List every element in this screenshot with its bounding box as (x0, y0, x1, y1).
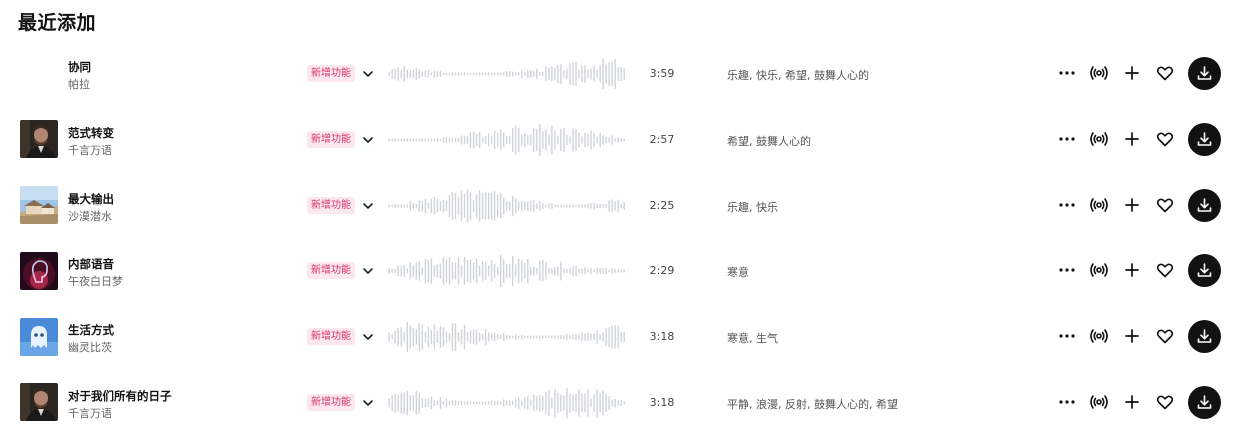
download-button[interactable] (1188, 57, 1221, 90)
track-artist[interactable]: 千言万语 (68, 405, 112, 421)
waveform[interactable] (388, 385, 626, 421)
chevron-down-icon[interactable] (360, 198, 376, 214)
track-duration: 3:18 (649, 330, 675, 344)
track-title[interactable]: 协同 (68, 59, 91, 75)
more-horizontal-icon[interactable] (1056, 259, 1078, 281)
heart-icon[interactable] (1154, 391, 1176, 413)
chevron-down-icon[interactable] (360, 132, 376, 148)
plus-icon[interactable] (1121, 259, 1143, 281)
download-button[interactable] (1188, 254, 1221, 288)
new-feature-badge: 新增功能 (307, 196, 355, 214)
download-button[interactable] (1188, 122, 1221, 156)
download-button[interactable] (1188, 385, 1221, 419)
download-button[interactable] (1188, 320, 1221, 354)
album-cover[interactable] (20, 120, 58, 159)
chevron-down-icon[interactable] (360, 395, 376, 411)
track-row[interactable]: 内部语音 午夜白日梦 新增功能 2:29 寒意 (0, 238, 1242, 304)
track-title[interactable]: 对于我们所有的日子 (68, 388, 172, 404)
radio-broadcast-icon[interactable] (1088, 259, 1110, 281)
new-feature-badge: 新增功能 (307, 328, 355, 346)
plus-icon[interactable] (1121, 325, 1143, 347)
chevron-down-icon[interactable] (360, 263, 376, 279)
waveform[interactable] (388, 188, 626, 224)
more-horizontal-icon[interactable] (1056, 62, 1078, 84)
radio-broadcast-icon[interactable] (1088, 62, 1110, 84)
download-button[interactable] (1188, 188, 1221, 222)
track-duration: 3:18 (649, 395, 675, 409)
heart-icon[interactable] (1154, 259, 1176, 281)
album-cover[interactable] (20, 186, 58, 225)
radio-broadcast-icon[interactable] (1088, 325, 1110, 347)
track-tags: 平静, 浪漫, 反射, 鼓舞人心的, 希望 (727, 397, 898, 411)
new-feature-badge: 新增功能 (307, 65, 355, 82)
track-artist[interactable]: 帕拉 (68, 76, 90, 92)
album-cover[interactable] (20, 251, 58, 290)
track-tags: 乐趣, 快乐, 希望, 鼓舞人心的 (727, 69, 869, 82)
heart-icon[interactable] (1154, 62, 1176, 84)
track-row[interactable]: 最大输出 沙漠潜水 新增功能 2:25 乐趣, 快乐 (0, 173, 1242, 239)
waveform[interactable] (388, 319, 626, 355)
plus-icon[interactable] (1121, 194, 1143, 216)
more-horizontal-icon[interactable] (1056, 194, 1078, 216)
track-title[interactable]: 范式转变 (68, 125, 114, 141)
track-row[interactable]: 对于我们所有的日子 千言万语 新增功能 3:18 平静, 浪漫, 反射, 鼓舞人心的, … (0, 370, 1242, 436)
track-tags: 乐趣, 快乐 (727, 200, 778, 214)
section-title: 最近添加 (18, 12, 97, 34)
plus-icon[interactable] (1121, 391, 1143, 413)
waveform[interactable] (388, 253, 626, 289)
radio-broadcast-icon[interactable] (1088, 128, 1110, 150)
track-row[interactable]: 范式转变 千言万语 新增功能 2:57 希望, 鼓舞人心的 (0, 107, 1242, 173)
more-horizontal-icon[interactable] (1056, 325, 1078, 347)
heart-icon[interactable] (1154, 194, 1176, 216)
more-horizontal-icon[interactable] (1056, 391, 1078, 413)
track-tags: 希望, 鼓舞人心的 (727, 134, 811, 148)
album-cover[interactable] (20, 55, 58, 93)
track-tags: 寒意 (727, 266, 749, 280)
album-cover[interactable] (20, 383, 58, 422)
chevron-down-icon[interactable] (360, 66, 376, 82)
album-cover[interactable] (20, 317, 58, 356)
track-duration: 2:25 (649, 198, 675, 212)
waveform[interactable] (388, 122, 626, 158)
heart-icon[interactable] (1154, 128, 1176, 150)
track-tags: 寒意, 生气 (727, 332, 778, 346)
track-list: 协同 帕拉 新增功能 3:59 乐趣, 快乐, 希望, 鼓舞人心的 范式转变 千言万语 新增功… (0, 41, 1242, 436)
new-feature-badge: 新增功能 (307, 130, 355, 148)
track-title[interactable]: 最大输出 (68, 191, 114, 207)
waveform[interactable] (388, 56, 626, 92)
track-title[interactable]: 内部语音 (68, 256, 114, 272)
track-duration: 3:59 (649, 67, 675, 80)
heart-icon[interactable] (1154, 325, 1176, 347)
plus-icon[interactable] (1121, 62, 1143, 84)
track-artist[interactable]: 沙漠潜水 (68, 208, 112, 224)
track-artist[interactable]: 幽灵比茨 (68, 339, 112, 355)
track-artist[interactable]: 千言万语 (68, 142, 112, 158)
chevron-down-icon[interactable] (360, 329, 376, 345)
track-duration: 2:57 (649, 132, 675, 146)
new-feature-badge: 新增功能 (307, 262, 355, 280)
track-artist[interactable]: 午夜白日梦 (68, 273, 123, 289)
plus-icon[interactable] (1121, 128, 1143, 150)
track-row[interactable]: 协同 帕拉 新增功能 3:59 乐趣, 快乐, 希望, 鼓舞人心的 (0, 41, 1242, 107)
radio-broadcast-icon[interactable] (1088, 391, 1110, 413)
radio-broadcast-icon[interactable] (1088, 194, 1110, 216)
track-duration: 2:29 (649, 264, 675, 278)
track-title[interactable]: 生活方式 (68, 322, 114, 338)
new-feature-badge: 新增功能 (307, 393, 355, 411)
more-horizontal-icon[interactable] (1056, 128, 1078, 150)
track-row[interactable]: 生活方式 幽灵比茨 新增功能 3:18 寒意, 生气 (0, 304, 1242, 370)
